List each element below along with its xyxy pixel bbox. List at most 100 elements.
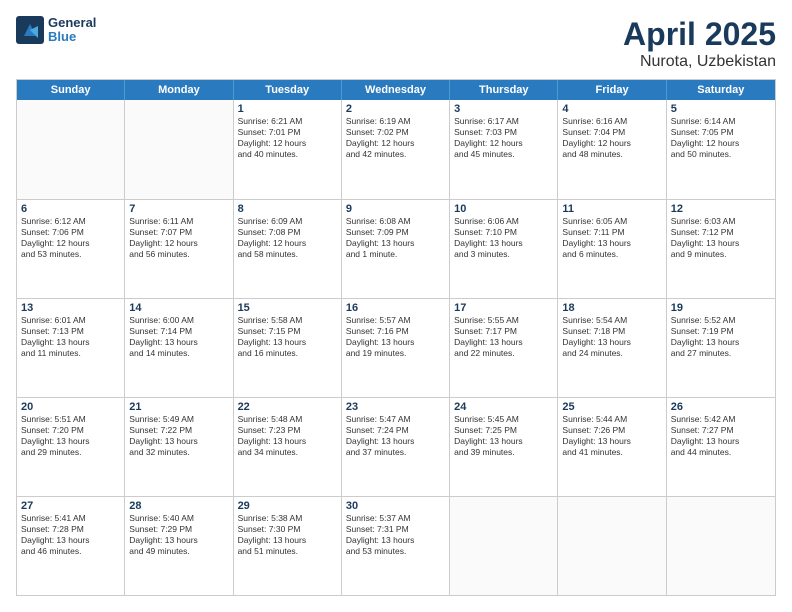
day-info: Sunrise: 6:16 AMSunset: 7:04 PMDaylight:… <box>562 116 661 160</box>
cal-cell-4-6: 25Sunrise: 5:44 AMSunset: 7:26 PMDayligh… <box>558 398 666 496</box>
day-number: 9 <box>346 203 445 215</box>
day-number: 27 <box>21 500 120 512</box>
day-info: Sunrise: 5:44 AMSunset: 7:26 PMDaylight:… <box>562 414 661 458</box>
cal-cell-3-7: 19Sunrise: 5:52 AMSunset: 7:19 PMDayligh… <box>667 299 775 397</box>
day-number: 25 <box>562 401 661 413</box>
day-info: Sunrise: 6:03 AMSunset: 7:12 PMDaylight:… <box>671 216 771 260</box>
week-row-1: 1Sunrise: 6:21 AMSunset: 7:01 PMDaylight… <box>17 100 775 199</box>
day-info: Sunrise: 5:45 AMSunset: 7:25 PMDaylight:… <box>454 414 553 458</box>
day-number: 18 <box>562 302 661 314</box>
day-info: Sunrise: 6:14 AMSunset: 7:05 PMDaylight:… <box>671 116 771 160</box>
logo: General Blue <box>16 16 96 45</box>
cal-cell-1-7: 5Sunrise: 6:14 AMSunset: 7:05 PMDaylight… <box>667 100 775 199</box>
cal-cell-4-5: 24Sunrise: 5:45 AMSunset: 7:25 PMDayligh… <box>450 398 558 496</box>
day-number: 6 <box>21 203 120 215</box>
cal-cell-4-2: 21Sunrise: 5:49 AMSunset: 7:22 PMDayligh… <box>125 398 233 496</box>
logo-icon <box>16 16 44 44</box>
day-number: 8 <box>238 203 337 215</box>
cal-cell-4-1: 20Sunrise: 5:51 AMSunset: 7:20 PMDayligh… <box>17 398 125 496</box>
day-number: 11 <box>562 203 661 215</box>
day-number: 13 <box>21 302 120 314</box>
cal-cell-3-4: 16Sunrise: 5:57 AMSunset: 7:16 PMDayligh… <box>342 299 450 397</box>
header-day-monday: Monday <box>125 80 233 100</box>
day-number: 22 <box>238 401 337 413</box>
day-info: Sunrise: 6:00 AMSunset: 7:14 PMDaylight:… <box>129 315 228 359</box>
cal-cell-5-3: 29Sunrise: 5:38 AMSunset: 7:30 PMDayligh… <box>234 497 342 595</box>
cal-cell-3-6: 18Sunrise: 5:54 AMSunset: 7:18 PMDayligh… <box>558 299 666 397</box>
day-info: Sunrise: 5:55 AMSunset: 7:17 PMDaylight:… <box>454 315 553 359</box>
day-number: 21 <box>129 401 228 413</box>
cal-cell-3-5: 17Sunrise: 5:55 AMSunset: 7:17 PMDayligh… <box>450 299 558 397</box>
cal-cell-1-6: 4Sunrise: 6:16 AMSunset: 7:04 PMDaylight… <box>558 100 666 199</box>
header-day-tuesday: Tuesday <box>234 80 342 100</box>
day-info: Sunrise: 5:49 AMSunset: 7:22 PMDaylight:… <box>129 414 228 458</box>
week-row-5: 27Sunrise: 5:41 AMSunset: 7:28 PMDayligh… <box>17 496 775 595</box>
day-info: Sunrise: 6:11 AMSunset: 7:07 PMDaylight:… <box>129 216 228 260</box>
cal-cell-1-2 <box>125 100 233 199</box>
day-number: 28 <box>129 500 228 512</box>
logo-general: General <box>48 16 96 30</box>
calendar: SundayMondayTuesdayWednesdayThursdayFrid… <box>16 79 776 596</box>
day-info: Sunrise: 5:37 AMSunset: 7:31 PMDaylight:… <box>346 513 445 557</box>
day-info: Sunrise: 6:08 AMSunset: 7:09 PMDaylight:… <box>346 216 445 260</box>
day-number: 23 <box>346 401 445 413</box>
cal-cell-3-2: 14Sunrise: 6:00 AMSunset: 7:14 PMDayligh… <box>125 299 233 397</box>
day-info: Sunrise: 6:12 AMSunset: 7:06 PMDaylight:… <box>21 216 120 260</box>
calendar-header: SundayMondayTuesdayWednesdayThursdayFrid… <box>17 80 775 100</box>
location: Nurota, Uzbekistan <box>623 53 776 71</box>
day-info: Sunrise: 6:17 AMSunset: 7:03 PMDaylight:… <box>454 116 553 160</box>
day-number: 12 <box>671 203 771 215</box>
day-number: 30 <box>346 500 445 512</box>
day-number: 3 <box>454 103 553 115</box>
cal-cell-2-6: 11Sunrise: 6:05 AMSunset: 7:11 PMDayligh… <box>558 200 666 298</box>
day-info: Sunrise: 5:40 AMSunset: 7:29 PMDaylight:… <box>129 513 228 557</box>
day-number: 24 <box>454 401 553 413</box>
page: General Blue April 2025 Nurota, Uzbekist… <box>0 0 792 612</box>
cal-cell-2-7: 12Sunrise: 6:03 AMSunset: 7:12 PMDayligh… <box>667 200 775 298</box>
cal-cell-1-1 <box>17 100 125 199</box>
day-info: Sunrise: 6:06 AMSunset: 7:10 PMDaylight:… <box>454 216 553 260</box>
cal-cell-5-4: 30Sunrise: 5:37 AMSunset: 7:31 PMDayligh… <box>342 497 450 595</box>
cal-cell-2-2: 7Sunrise: 6:11 AMSunset: 7:07 PMDaylight… <box>125 200 233 298</box>
header: General Blue April 2025 Nurota, Uzbekist… <box>16 16 776 71</box>
day-info: Sunrise: 5:51 AMSunset: 7:20 PMDaylight:… <box>21 414 120 458</box>
day-info: Sunrise: 6:01 AMSunset: 7:13 PMDaylight:… <box>21 315 120 359</box>
header-day-saturday: Saturday <box>667 80 775 100</box>
day-info: Sunrise: 5:47 AMSunset: 7:24 PMDaylight:… <box>346 414 445 458</box>
header-day-thursday: Thursday <box>450 80 558 100</box>
cal-cell-4-4: 23Sunrise: 5:47 AMSunset: 7:24 PMDayligh… <box>342 398 450 496</box>
day-number: 19 <box>671 302 771 314</box>
header-day-friday: Friday <box>558 80 666 100</box>
day-number: 7 <box>129 203 228 215</box>
day-number: 4 <box>562 103 661 115</box>
day-info: Sunrise: 6:19 AMSunset: 7:02 PMDaylight:… <box>346 116 445 160</box>
cal-cell-2-5: 10Sunrise: 6:06 AMSunset: 7:10 PMDayligh… <box>450 200 558 298</box>
day-number: 14 <box>129 302 228 314</box>
cal-cell-4-7: 26Sunrise: 5:42 AMSunset: 7:27 PMDayligh… <box>667 398 775 496</box>
calendar-body: 1Sunrise: 6:21 AMSunset: 7:01 PMDaylight… <box>17 100 775 595</box>
day-number: 10 <box>454 203 553 215</box>
day-number: 1 <box>238 103 337 115</box>
day-info: Sunrise: 6:21 AMSunset: 7:01 PMDaylight:… <box>238 116 337 160</box>
day-number: 16 <box>346 302 445 314</box>
cal-cell-5-7 <box>667 497 775 595</box>
day-number: 29 <box>238 500 337 512</box>
day-info: Sunrise: 5:54 AMSunset: 7:18 PMDaylight:… <box>562 315 661 359</box>
cal-cell-2-4: 9Sunrise: 6:08 AMSunset: 7:09 PMDaylight… <box>342 200 450 298</box>
week-row-3: 13Sunrise: 6:01 AMSunset: 7:13 PMDayligh… <box>17 298 775 397</box>
cal-cell-2-3: 8Sunrise: 6:09 AMSunset: 7:08 PMDaylight… <box>234 200 342 298</box>
cal-cell-5-5 <box>450 497 558 595</box>
day-info: Sunrise: 6:05 AMSunset: 7:11 PMDaylight:… <box>562 216 661 260</box>
day-number: 2 <box>346 103 445 115</box>
day-info: Sunrise: 5:58 AMSunset: 7:15 PMDaylight:… <box>238 315 337 359</box>
cal-cell-3-1: 13Sunrise: 6:01 AMSunset: 7:13 PMDayligh… <box>17 299 125 397</box>
day-number: 17 <box>454 302 553 314</box>
cal-cell-2-1: 6Sunrise: 6:12 AMSunset: 7:06 PMDaylight… <box>17 200 125 298</box>
cal-cell-1-3: 1Sunrise: 6:21 AMSunset: 7:01 PMDaylight… <box>234 100 342 199</box>
cal-cell-5-6 <box>558 497 666 595</box>
cal-cell-1-4: 2Sunrise: 6:19 AMSunset: 7:02 PMDaylight… <box>342 100 450 199</box>
day-info: Sunrise: 5:48 AMSunset: 7:23 PMDaylight:… <box>238 414 337 458</box>
cal-cell-3-3: 15Sunrise: 5:58 AMSunset: 7:15 PMDayligh… <box>234 299 342 397</box>
day-info: Sunrise: 5:38 AMSunset: 7:30 PMDaylight:… <box>238 513 337 557</box>
logo-blue: Blue <box>48 30 96 44</box>
